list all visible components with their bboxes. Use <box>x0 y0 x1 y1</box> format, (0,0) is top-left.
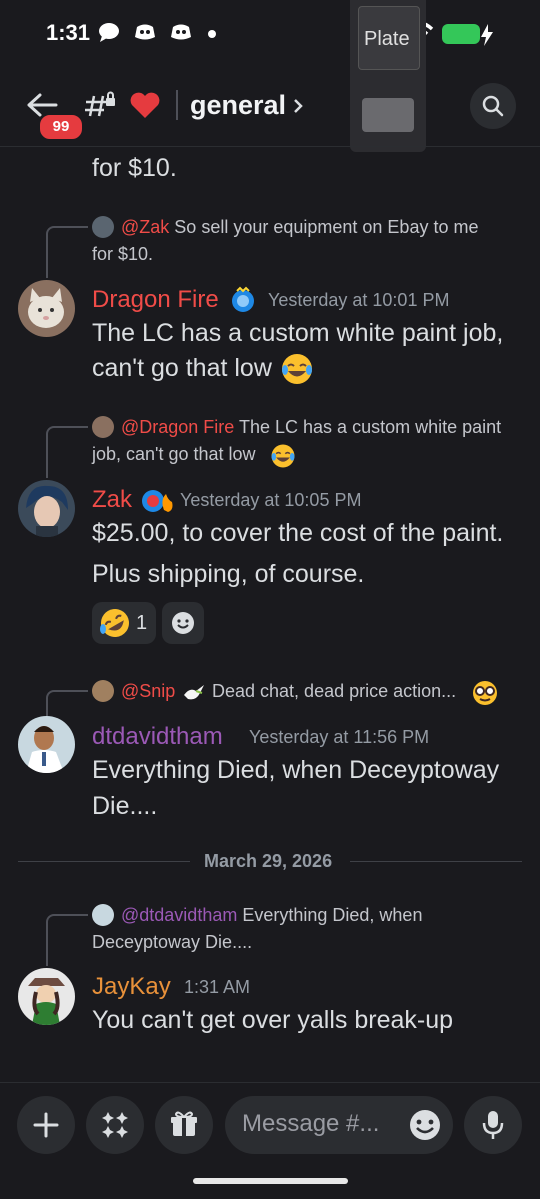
unread-badge: 99 <box>38 113 84 141</box>
discord-icon <box>171 24 191 40</box>
overlay-bottom-button[interactable] <box>362 98 414 132</box>
dove-icon <box>184 685 204 700</box>
status-time: 1:31 <box>46 20 91 45</box>
reply-preview[interactable]: @Snip <box>121 678 175 705</box>
message-input-placeholder: Message #... <box>242 1110 380 1137</box>
avatar[interactable] <box>18 968 75 1025</box>
reply-preview[interactable]: @dtdavidtham Everything Died, when <box>121 902 422 929</box>
author-name[interactable]: Dragon Fire <box>92 286 219 314</box>
date-divider: March 29, 2026 <box>204 851 333 871</box>
reply-preview[interactable]: @Dragon Fire The LC has a custom white p… <box>121 414 501 441</box>
apps-sparkle-icon <box>102 1112 128 1138</box>
overlay-label: Plate <box>364 28 410 50</box>
reply-preview-cont: job, can't go that low <box>92 444 256 464</box>
timestamp: Yesterday at 10:05 PM <box>180 490 362 510</box>
avatar[interactable] <box>18 716 75 773</box>
timestamp: Yesterday at 10:01 PM <box>268 290 450 310</box>
reply-avatar <box>92 680 114 702</box>
search-icon <box>482 95 504 117</box>
reply-preview-cont: for $10. <box>92 244 154 264</box>
home-indicator[interactable] <box>193 1178 348 1184</box>
heart-icon <box>130 92 160 118</box>
author-name[interactable]: JayKay <box>92 973 171 1001</box>
reply-preview-cont: Deceyptoway Die.... <box>92 932 253 952</box>
reply-avatar <box>92 416 114 438</box>
joy-emoji-icon <box>271 444 295 468</box>
voice-message-button[interactable] <box>464 1096 522 1154</box>
nerd-emoji-icon <box>473 681 497 705</box>
message-text: The LC has a custom white paint job, <box>92 319 504 347</box>
timestamp: 1:31 AM <box>184 977 251 997</box>
message-text: You can't get over yalls break-up <box>92 1006 454 1034</box>
reply-connector <box>46 426 88 478</box>
reaction-chip[interactable]: 1 <box>92 602 156 644</box>
channel-name[interactable]: general <box>190 90 286 121</box>
role-badge-icon <box>232 286 254 312</box>
add-reaction-button[interactable] <box>162 602 204 644</box>
date-divider-line <box>350 861 522 862</box>
message-text: for $10. <box>92 154 177 182</box>
chat-bubble-icon <box>99 23 119 42</box>
apps-button[interactable] <box>86 1096 144 1154</box>
author-name[interactable]: Zak <box>92 486 132 514</box>
author-name[interactable]: dtdavidtham <box>92 723 223 751</box>
reply-preview[interactable]: @Zak So sell your equipment on Ebay to m… <box>121 214 478 241</box>
attach-button[interactable] <box>17 1096 75 1154</box>
composer-separator <box>0 1082 540 1083</box>
discord-icon <box>135 24 155 40</box>
gift-icon <box>171 1111 197 1136</box>
emoji-picker-icon[interactable] <box>408 1108 442 1142</box>
microphone-icon <box>482 1111 504 1139</box>
reply-preview-text: Dead chat, dead price action... <box>212 681 457 701</box>
search-button[interactable] <box>470 83 516 129</box>
rofl-emoji-icon <box>100 609 129 637</box>
reply-connector <box>46 226 88 278</box>
chevron-right-icon[interactable] <box>292 97 304 115</box>
date-divider-line <box>18 861 190 862</box>
message-text: Plus shipping, of course. <box>92 560 365 588</box>
plus-icon <box>33 1112 59 1138</box>
role-badge-icon <box>142 490 173 512</box>
reaction-count: 1 <box>136 612 148 634</box>
message-text: can't go that low <box>92 354 272 382</box>
gift-button[interactable] <box>155 1096 213 1154</box>
locked-channel-hash-icon <box>85 91 115 117</box>
smiley-add-icon <box>172 612 194 634</box>
avatar[interactable] <box>18 280 75 337</box>
message-text: $25.00, to cover the cost of the paint. <box>92 519 504 547</box>
joy-emoji-icon <box>282 354 312 384</box>
reply-connector <box>46 914 88 966</box>
avatar[interactable] <box>18 480 75 537</box>
notification-dot-icon <box>208 30 216 38</box>
reply-avatar <box>92 216 114 238</box>
header-separator <box>0 146 540 147</box>
battery-icon <box>442 24 480 44</box>
header-divider <box>176 90 178 120</box>
message-text: Die.... <box>92 792 158 820</box>
timestamp: Yesterday at 11:56 PM <box>249 727 430 747</box>
reply-avatar <box>92 904 114 926</box>
message-text: Everything Died, when Deceyptoway <box>92 756 500 784</box>
charging-bolt-icon <box>481 24 493 46</box>
